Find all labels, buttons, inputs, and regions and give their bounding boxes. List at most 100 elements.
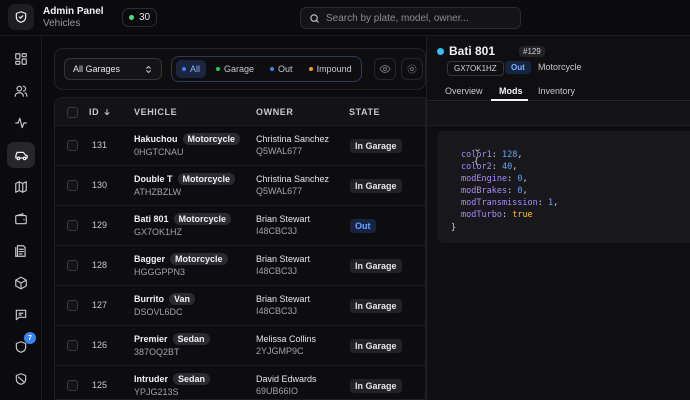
col-vehicle[interactable]: VEHICLE: [134, 107, 177, 117]
dashboard-icon: [15, 53, 27, 65]
sidebar-item-wallet[interactable]: [7, 206, 35, 232]
vehicle-type-badge: Motorcycle: [173, 213, 232, 225]
json-close-brace: }: [451, 223, 457, 233]
table-row[interactable]: 129 Bati 801 Motorcycle GX7OK1HZ Brian St…: [55, 206, 425, 246]
eye-icon: [379, 64, 391, 74]
detail-tabs: Overview Mods Inventory: [427, 82, 690, 101]
filter-all[interactable]: All: [176, 60, 207, 78]
row-checkbox[interactable]: [67, 260, 78, 271]
app-logo[interactable]: [8, 4, 34, 30]
vehicle-plate: 387OQ2BT: [134, 347, 180, 357]
tab-inventory[interactable]: Inventory: [538, 86, 575, 96]
owner-id: 69UB66IO: [256, 386, 299, 396]
json-open-line[interactable]: {: [443, 137, 481, 167]
sidebar-item-vehicles[interactable]: [7, 142, 35, 168]
map-icon: [15, 181, 27, 193]
vehicle-name: Bati 801: [134, 214, 169, 224]
row-id: 126: [92, 340, 108, 350]
row-id: 128: [92, 260, 108, 270]
filter-garage[interactable]: Garage: [210, 60, 260, 78]
vehicle-plate: YPJG213S: [134, 387, 179, 397]
mods-json-viewer: { color1: 128, color2: 40, modEngine: 0,…: [437, 131, 690, 243]
table-row[interactable]: 127 Burrito Van DSOVL6DC Brian Stewart I4…: [55, 286, 425, 326]
vehicle-type-badge: Sedan: [173, 373, 211, 385]
owner-name: Christina Sanchez: [256, 134, 330, 144]
sidebar-item-activity[interactable]: [7, 110, 35, 136]
col-state[interactable]: STATE: [349, 107, 380, 117]
box-icon: [15, 276, 27, 290]
owner-name: Brian Stewart: [256, 254, 311, 264]
online-count-badge: 30: [122, 8, 158, 27]
sort-down-icon: [104, 108, 110, 116]
row-checkbox[interactable]: [67, 220, 78, 231]
sidebar-item-documents[interactable]: [7, 238, 35, 264]
sidebar-item-inventory[interactable]: [7, 270, 35, 296]
sidebar-item-dashboard[interactable]: [7, 46, 35, 72]
vehicle-detail-panel: Bati 801 #129 GX7OK1HZ Out Motorcycle Ov…: [426, 36, 690, 400]
search-input[interactable]: [326, 12, 516, 24]
owner-id: Q5WAL677: [256, 146, 303, 156]
row-checkbox[interactable]: [67, 380, 78, 391]
impound-dot-icon: [308, 67, 313, 71]
users-icon: [14, 85, 28, 97]
settings-button[interactable]: [401, 58, 423, 80]
row-checkbox[interactable]: [67, 140, 78, 151]
table-row[interactable]: 128 Bagger Motorcycle HGGGPPN3 Brian Stew…: [55, 246, 425, 286]
state-filter: All Garage Out Impound: [171, 56, 362, 82]
select-all-checkbox[interactable]: [67, 107, 78, 118]
sidebar-item-bans[interactable]: [7, 366, 35, 392]
sidebar: 7: [0, 36, 42, 400]
filter-impound-label: Impound: [316, 64, 352, 74]
vehicle-plate: HGGGPPN3: [134, 267, 186, 277]
filter-out[interactable]: Out: [264, 60, 299, 78]
row-checkbox[interactable]: [67, 180, 78, 191]
row-id: 125: [92, 380, 108, 390]
table-row[interactable]: 130 Double T Motorcycle ATHZBZLW Christin…: [55, 166, 425, 206]
toggle-visibility-button[interactable]: [374, 58, 396, 80]
vehicle-cell: Hakuchou Motorcycle: [134, 133, 241, 145]
detail-title: Bati 801: [449, 44, 496, 58]
vehicle-cell: Burrito Van: [134, 293, 196, 305]
table-row[interactable]: 131 Hakuchou Motorcycle 0HGTCNAU Christin…: [55, 126, 425, 166]
vehicle-plate: GX7OK1HZ: [134, 227, 183, 237]
json-line: color2: 40,: [461, 162, 518, 172]
row-id: 129: [92, 220, 108, 230]
table-row[interactable]: 126 Premier Sedan 387OQ2BT Melissa Collin…: [55, 326, 425, 366]
table-row[interactable]: 125 Intruder Sedan YPJG213S David Edwards…: [55, 366, 425, 399]
tab-mods[interactable]: Mods: [499, 86, 523, 96]
tab-overview[interactable]: Overview: [445, 86, 483, 96]
json-line: modTurbo: true: [461, 210, 533, 220]
filter-bar: All Garages All Garage Out Impound: [54, 48, 426, 90]
col-owner[interactable]: OWNER: [256, 107, 294, 117]
vehicle-name: Double T: [134, 174, 173, 184]
vehicle-cell: Bati 801 Motorcycle: [134, 213, 232, 225]
sidebar-item-security[interactable]: [7, 334, 35, 360]
owner-name: Brian Stewart: [256, 294, 311, 304]
state-badge: In Garage: [350, 179, 402, 193]
vehicle-cell: Premier Sedan: [134, 333, 210, 345]
vehicle-type-badge: Motorcycle: [170, 253, 228, 265]
vehicles-table: ID VEHICLE OWNER STATE 131 Hakuchou Motor…: [54, 97, 426, 400]
col-id[interactable]: ID: [89, 107, 111, 117]
sidebar-item-users[interactable]: [7, 78, 35, 104]
shield-check-icon: [15, 11, 27, 23]
row-checkbox[interactable]: [67, 300, 78, 311]
filter-garage-label: Garage: [224, 64, 255, 74]
app-subtitle: Vehicles: [43, 18, 81, 29]
search-box[interactable]: [300, 7, 521, 29]
row-checkbox[interactable]: [67, 340, 78, 351]
topbar: Admin Panel Vehicles 30: [0, 0, 690, 36]
owner-id: I48CBC3J: [256, 226, 298, 236]
json-key: modTurbo: [461, 210, 502, 220]
vehicle-cell: Bagger Motorcycle: [134, 253, 228, 265]
garage-select[interactable]: All Garages: [64, 58, 162, 80]
sidebar-item-map[interactable]: [7, 174, 35, 200]
json-line: modTransmission: 1,: [461, 198, 559, 208]
sidebar-item-messages[interactable]: [7, 302, 35, 328]
state-badge: In Garage: [350, 139, 402, 153]
owner-name: Christina Sanchez: [256, 174, 330, 184]
state-badge: In Garage: [350, 379, 402, 393]
app-title: Admin Panel: [43, 6, 104, 17]
filter-impound[interactable]: Impound: [303, 60, 358, 78]
json-value: 40: [501, 162, 513, 172]
